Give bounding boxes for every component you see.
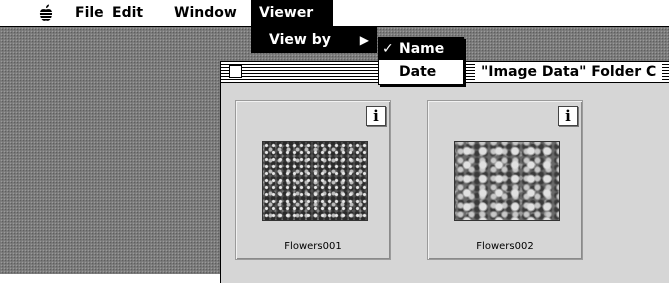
submenu-item-date[interactable]: Date (379, 61, 463, 83)
checkmark-icon: ✓ (382, 41, 394, 57)
file-card[interactable]: i Flowers002 (427, 100, 583, 260)
file-name: Flowers002 (476, 241, 534, 252)
menu-bar: File Edit Window Viewer (0, 0, 669, 27)
submenu-item-name[interactable]: ✓ Name (379, 38, 463, 60)
flowers-thumbnail[interactable] (454, 141, 560, 221)
info-icon[interactable]: i (558, 106, 578, 126)
image-data-folder-window: "Image Data" Folder C i Flowers001 i Flo… (220, 61, 669, 283)
submenu-item-label: Name (399, 41, 445, 57)
flowers-thumbnail[interactable] (262, 141, 368, 221)
file-card[interactable]: i Flowers001 (235, 100, 391, 260)
viewer-menu: View by ▶ (251, 27, 377, 53)
apple-menu-icon[interactable] (34, 0, 58, 26)
file-name: Flowers001 (284, 241, 342, 252)
menu-edit[interactable]: Edit (104, 0, 151, 26)
window-content: i Flowers001 i Flowers002 (221, 83, 669, 283)
info-icon[interactable]: i (366, 106, 386, 126)
view-by-submenu: ✓ Name Date (378, 37, 464, 85)
window-title: "Image Data" Folder C (475, 62, 663, 82)
menu-window[interactable]: Window (166, 0, 245, 26)
submenu-item-label: Date (399, 64, 437, 80)
menu-viewer[interactable]: Viewer (251, 0, 333, 26)
close-box-icon[interactable] (229, 65, 242, 78)
submenu-arrow-icon: ▶ (359, 33, 369, 47)
menu-item-view-by[interactable]: View by (269, 27, 331, 53)
